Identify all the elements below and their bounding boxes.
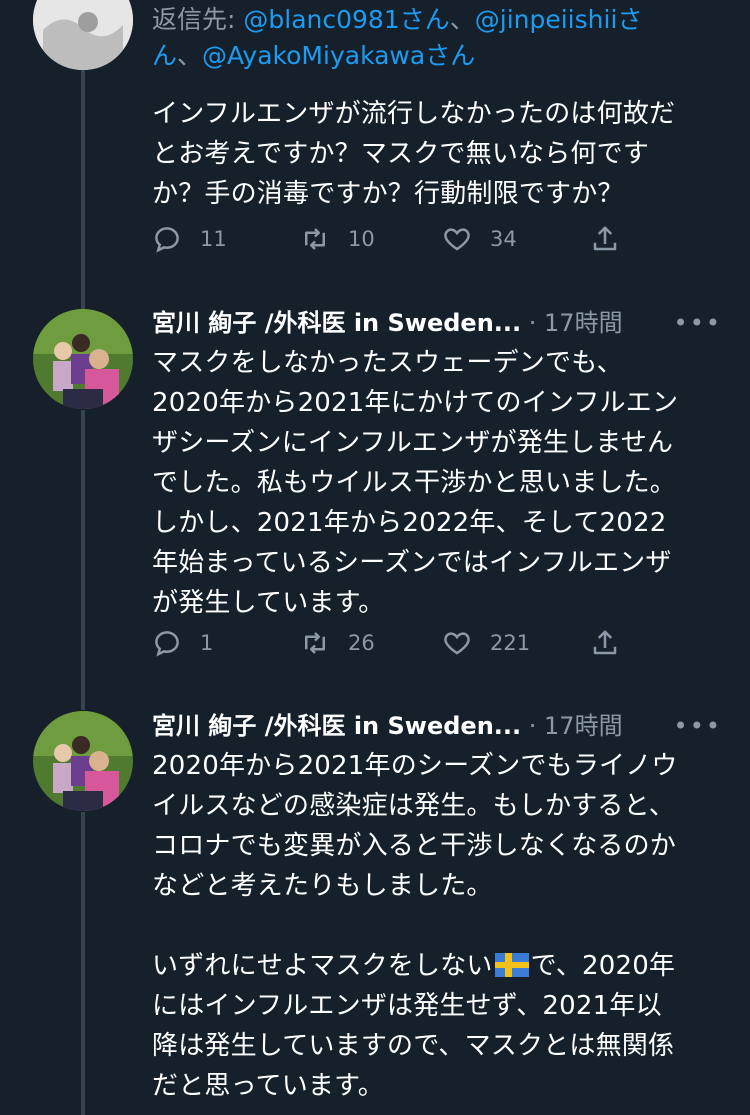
mention-link[interactable]: ん — [152, 41, 177, 70]
reply-count: 11 — [200, 227, 227, 251]
heart-icon — [444, 632, 470, 655]
retweet-button[interactable]: 10 — [300, 219, 375, 259]
timestamp[interactable]: · 17時間 — [529, 712, 623, 740]
like-button[interactable]: 221 — [442, 623, 530, 663]
reply-button[interactable]: 11 — [152, 219, 227, 259]
sweden-flag-icon — [494, 953, 529, 977]
mention-link[interactable]: @blanc0981さん — [243, 5, 449, 34]
avatar[interactable] — [33, 309, 133, 409]
retweet-count: 26 — [348, 631, 375, 655]
share-icon — [593, 226, 617, 251]
mention-link[interactable]: @AyakoMiyakawaさん — [202, 41, 475, 70]
like-count: 34 — [490, 227, 517, 251]
share-button[interactable] — [590, 219, 638, 259]
tweet-actions: 1 26 221 — [152, 623, 632, 663]
tweet-text-part: 2020年から2021年のシーズンでもライノウ イルスなどの感染症は発生。もしか… — [152, 751, 678, 981]
thread-line — [81, 410, 85, 710]
tweet-header: 宮川 絢子 /外科医 in Sweden... · 17時間 ••• — [152, 303, 722, 343]
thread-line — [81, 812, 85, 1115]
reply-icon — [155, 631, 179, 657]
share-icon — [593, 630, 617, 655]
tweet-text: マスクをしなかったスウェーデンでも、 2020年から2021年にかけてのインフル… — [152, 348, 679, 618]
tweet-text: 2020年から2021年のシーズンでもライノウ イルスなどの感染症は発生。もしか… — [152, 746, 678, 1106]
reply-prefix: 返信先: — [152, 5, 244, 34]
mention-separator: 、 — [449, 5, 475, 34]
retweet-button[interactable]: 26 — [300, 623, 375, 663]
thread-line — [81, 70, 85, 310]
avatar[interactable] — [33, 0, 133, 70]
retweet-icon — [305, 228, 325, 250]
share-button[interactable] — [590, 623, 638, 663]
reply-button[interactable]: 1 — [152, 623, 213, 663]
tweet-text: インフルエンザが流行しなかったのは何故だ とお考えですか？マスクで無いなら何です… — [152, 99, 676, 209]
reply-icon — [155, 227, 179, 253]
timestamp[interactable]: · 17時間 — [529, 309, 623, 337]
more-options-icon[interactable]: ••• — [674, 303, 722, 343]
more-options-icon[interactable]: ••• — [674, 706, 722, 746]
display-name[interactable]: 宮川 絢子 /外科医 in Sweden... — [152, 712, 521, 740]
heart-icon — [444, 228, 470, 251]
retweet-icon — [305, 632, 325, 654]
like-count: 221 — [490, 631, 531, 655]
avatar[interactable] — [33, 711, 133, 811]
retweet-count: 10 — [348, 227, 375, 251]
reply-to-line: 返信先: @blanc0981さん、@jinpeiishiiさ ん、@AyakoM… — [152, 2, 732, 74]
mention-link[interactable]: @jinpeiishiiさ — [475, 5, 643, 34]
tweet-header: 宮川 絢子 /外科医 in Sweden... · 17時間 ••• — [152, 706, 722, 746]
mention-separator: 、 — [177, 41, 203, 70]
reply-count: 1 — [200, 631, 214, 655]
tweet-actions: 11 10 34 — [152, 219, 632, 259]
display-name[interactable]: 宮川 絢子 /外科医 in Sweden... — [152, 309, 521, 337]
like-button[interactable]: 34 — [442, 219, 517, 259]
